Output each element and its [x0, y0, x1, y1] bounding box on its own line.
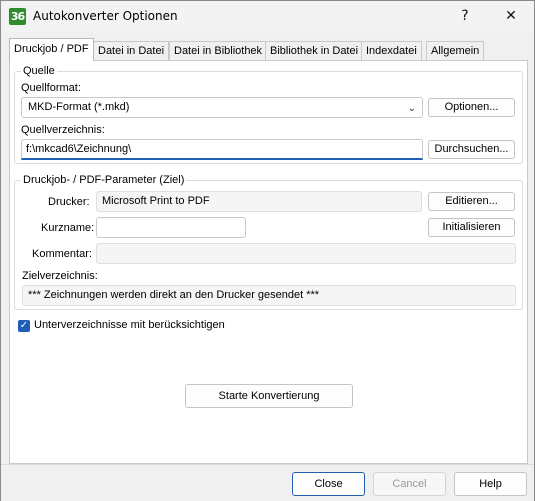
- kommentar-label: Kommentar:: [32, 248, 92, 260]
- tab-datei-in-datei[interactable]: Datei in Datei: [93, 41, 170, 60]
- kurzname-label: Kurzname:: [41, 222, 95, 234]
- options-button[interactable]: Optionen...: [428, 98, 515, 117]
- drucker-field: Microsoft Print to PDF: [96, 191, 422, 212]
- subdirs-checkbox[interactable]: ✓: [18, 320, 30, 332]
- tab-bibliothek-in-datei[interactable]: Bibliothek in Datei: [265, 41, 364, 60]
- tab-datei-in-bibliothek[interactable]: Datei in Bibliothek: [169, 41, 268, 60]
- tab-panel: Quelle Quellformat: MKD-Format (*.mkd) ⌄…: [9, 60, 528, 464]
- chevron-down-icon: ⌄: [407, 103, 416, 114]
- help-icon[interactable]: ?: [442, 1, 488, 32]
- initialize-button[interactable]: Initialisieren: [428, 218, 515, 237]
- quellformat-label: Quellformat:: [21, 82, 81, 94]
- kommentar-field: [96, 243, 516, 264]
- quellverzeichnis-input[interactable]: f:\mkcad6\Zeichnung\: [21, 139, 423, 160]
- help-button[interactable]: Help: [454, 472, 527, 496]
- tab-allgemein[interactable]: Allgemein: [426, 41, 485, 60]
- dialog-footer: Close Cancel Help: [1, 465, 534, 501]
- kurzname-input[interactable]: [96, 217, 246, 238]
- window-title: Autokonverter Optionen: [33, 9, 178, 23]
- browse-button[interactable]: Durchsuchen...: [428, 140, 515, 159]
- close-icon[interactable]: ✕: [488, 1, 534, 32]
- zielverzeichnis-field: *** Zeichnungen werden direkt an den Dru…: [22, 285, 516, 306]
- drucker-label: Drucker:: [48, 196, 90, 208]
- druckjob-group-label: Druckjob- / PDF-Parameter (Ziel): [21, 174, 187, 186]
- edit-button[interactable]: Editieren...: [428, 192, 515, 211]
- quellformat-value: MKD-Format (*.mkd): [28, 101, 130, 113]
- quelle-group-label: Quelle: [21, 65, 57, 77]
- zielverzeichnis-label: Zielverzeichnis:: [22, 270, 98, 282]
- title-bar[interactable]: 36 Autokonverter Optionen ? ✕: [1, 1, 534, 32]
- cancel-button[interactable]: Cancel: [373, 472, 446, 496]
- quellformat-select[interactable]: MKD-Format (*.mkd) ⌄: [21, 97, 423, 118]
- start-conversion-button[interactable]: Starte Konvertierung: [185, 384, 353, 408]
- tab-indexdatei[interactable]: Indexdatei: [361, 41, 422, 60]
- app-icon: 36: [9, 8, 26, 25]
- close-button[interactable]: Close: [292, 472, 365, 496]
- dialog-window: 36 Autokonverter Optionen ? ✕ Druckjob /…: [0, 0, 535, 501]
- quellverzeichnis-label: Quellverzeichnis:: [21, 124, 105, 136]
- tab-druckjob-pdf[interactable]: Druckjob / PDF: [9, 38, 94, 61]
- subdirs-label: Unterverzeichnisse mit berücksichtigen: [34, 319, 225, 331]
